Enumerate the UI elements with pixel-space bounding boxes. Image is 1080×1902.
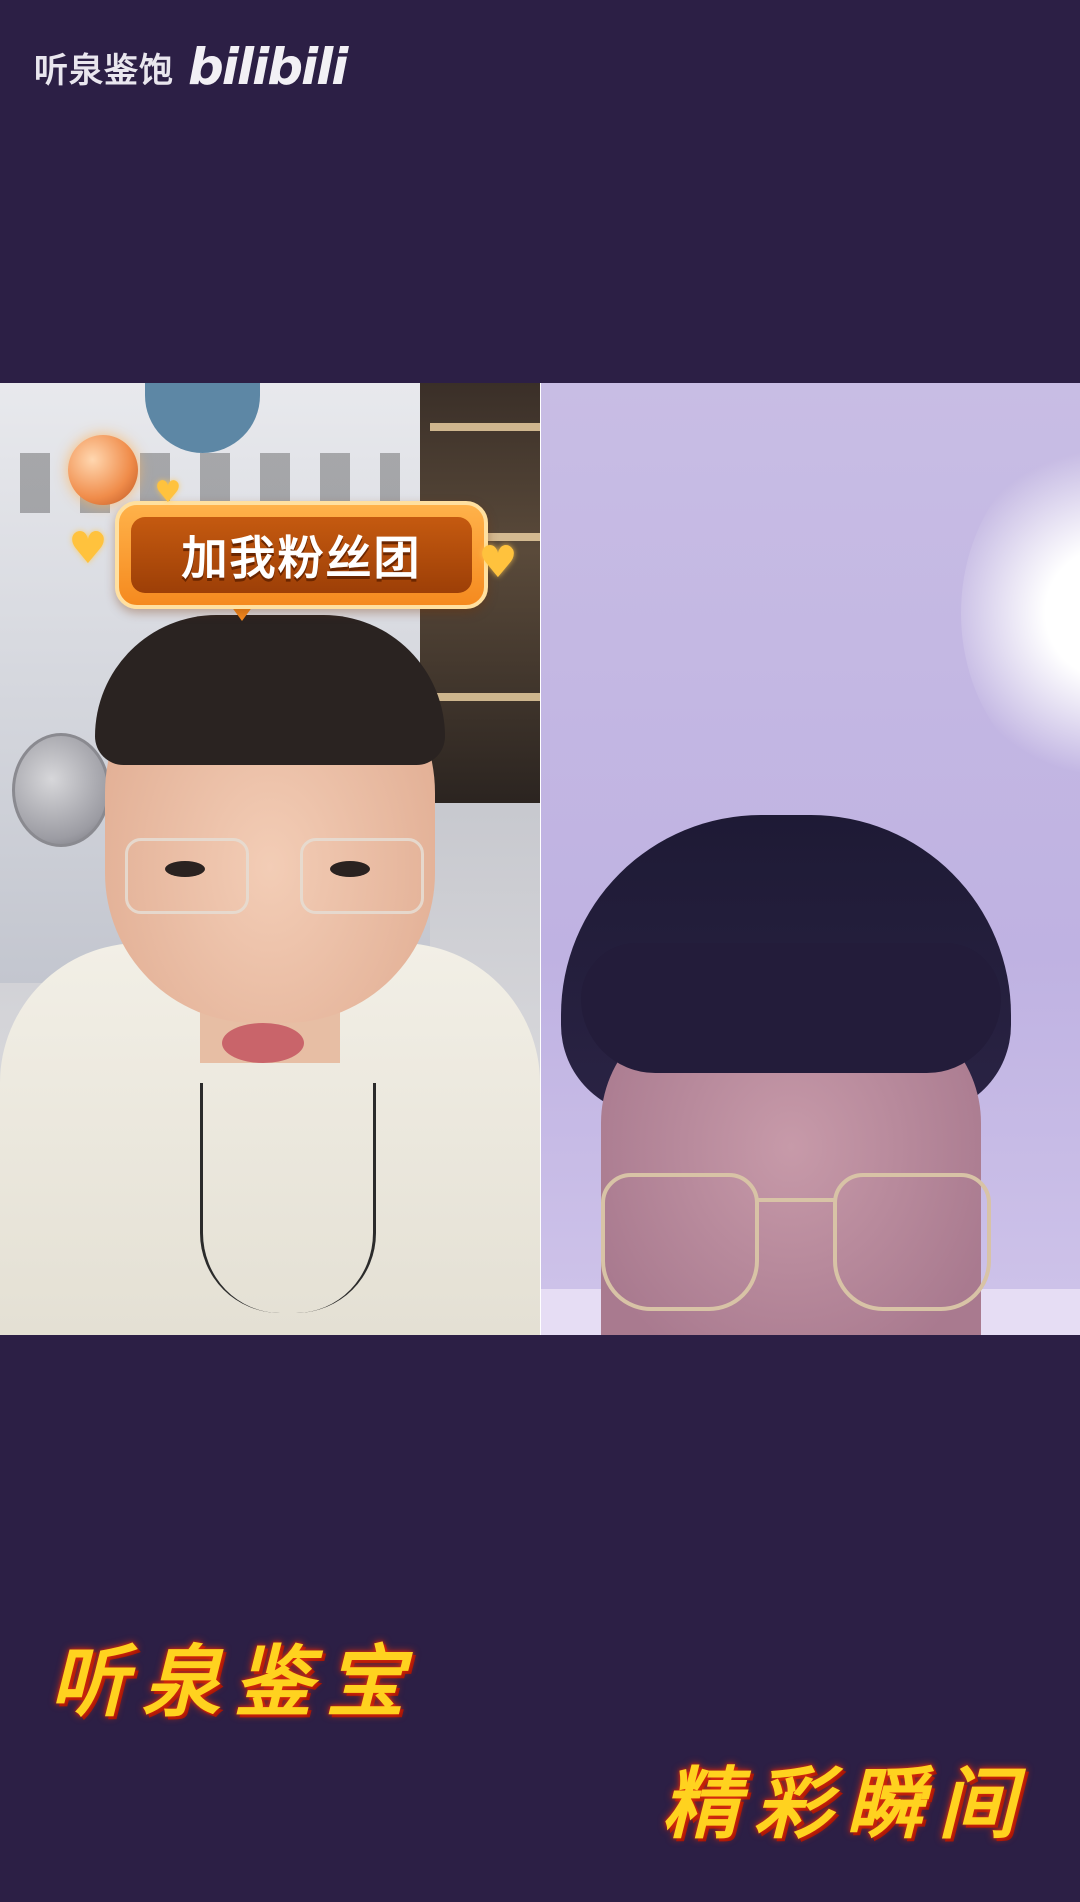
heart-icon: ♥ <box>68 523 108 574</box>
guest-glasses-lens <box>601 1173 759 1311</box>
guest-bangs <box>581 943 1001 1073</box>
heart-icon: ♥ <box>478 537 518 588</box>
shelf-light <box>430 423 540 431</box>
heart-icon: ♥ <box>154 475 182 510</box>
host-glasses-lens <box>300 838 424 914</box>
caption-subtitle: 精彩瞬间 <box>662 1759 1031 1850</box>
video-call-area: 加我粉丝团 ♥ ♥ ♥ <box>0 383 1080 1335</box>
coin-display <box>12 733 110 847</box>
host-necklace <box>200 1083 376 1313</box>
sticker-label: 加我粉丝团 <box>181 531 422 585</box>
bilibili-logo: bilibili <box>188 38 348 96</box>
host-eye <box>165 861 205 877</box>
guest-glasses-bridge <box>755 1198 835 1202</box>
fan-club-sticker[interactable]: 加我粉丝团 <box>115 501 488 609</box>
host-video-panel: 加我粉丝团 ♥ ♥ ♥ <box>0 383 540 1335</box>
shelf-light <box>430 693 540 701</box>
sticker-inner: 加我粉丝团 <box>131 517 472 593</box>
guest-glasses-lens <box>833 1173 991 1311</box>
host-mouth <box>222 1023 304 1063</box>
host-hair <box>95 615 445 765</box>
watermark: 听泉鉴饱 bilibili <box>34 32 348 102</box>
ring-light-glow <box>961 433 1080 793</box>
channel-name: 听泉鉴饱 <box>34 50 174 91</box>
guest-video-panel <box>541 383 1080 1335</box>
disco-ball-icon <box>68 435 138 505</box>
host-eye <box>330 861 370 877</box>
caption-title: 听泉鉴宝 <box>50 1637 419 1728</box>
